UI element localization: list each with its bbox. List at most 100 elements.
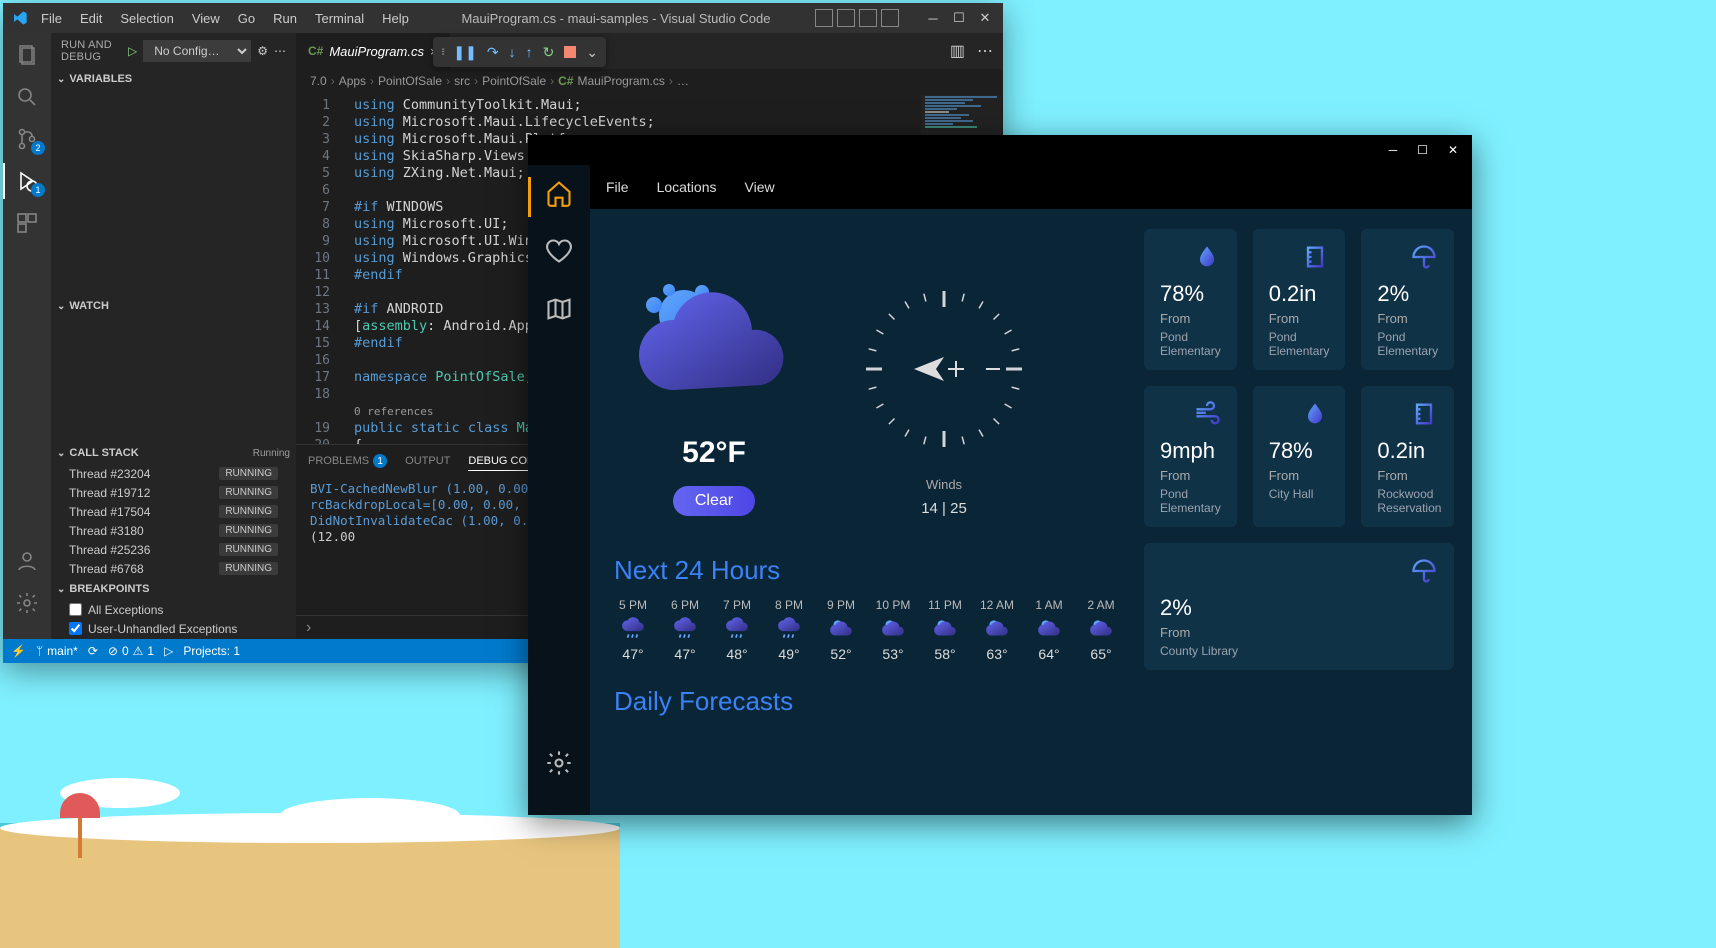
weather-stat-card[interactable]: 2% From Pond Elementary [1361, 229, 1454, 370]
menu-selection[interactable]: Selection [112, 7, 181, 30]
settings-icon[interactable] [543, 747, 575, 779]
weather-stat-card[interactable]: 78% From Pond Elementary [1144, 229, 1237, 370]
chevron-down-icon: ⌄ [57, 584, 65, 595]
menu-go[interactable]: Go [230, 7, 263, 30]
maximize-button[interactable]: ☐ [1417, 143, 1428, 158]
breakpoints-section[interactable]: ⌄BREAKPOINTS [51, 578, 296, 600]
editor-tab[interactable]: C# MauiProgram.cs × [296, 33, 451, 69]
debug-toolbar[interactable]: ⁝⁝ ❚❚ ↷ ↓ ↑ ↻ ⌄ [433, 37, 606, 67]
weather-stat-card[interactable]: 0.2in From Pond Elementary [1253, 229, 1346, 370]
thread-row[interactable]: Thread #3180RUNNING [51, 521, 296, 540]
weather-stat-card[interactable]: 9mph From Pond Elementary [1144, 386, 1237, 527]
layout-icon[interactable] [859, 9, 877, 27]
map-icon[interactable] [543, 293, 575, 325]
problems-indicator[interactable]: ⊘ 0 ⚠ 1 [108, 644, 154, 658]
tab-bar: C# MauiProgram.cs × ▥ ⋯ [296, 33, 1003, 69]
run-debug-icon[interactable]: 1 [13, 167, 41, 195]
stop-icon[interactable] [564, 46, 576, 58]
minimize-button[interactable]: ─ [923, 11, 943, 26]
heart-icon[interactable] [543, 235, 575, 267]
weather-sidebar [528, 165, 590, 815]
card-from-label: From [1269, 311, 1330, 326]
watch-section[interactable]: ⌄WATCH [51, 295, 296, 317]
weather-stat-card[interactable]: 78% From City Hall [1253, 386, 1346, 527]
menu-locations[interactable]: Locations [657, 179, 717, 195]
title-bar[interactable]: File Edit Selection View Go Run Terminal… [3, 3, 1003, 33]
weather-icon [984, 616, 1010, 642]
weather-icon [620, 616, 646, 642]
output-tab[interactable]: OUTPUT [405, 455, 450, 467]
user-unhandled-checkbox[interactable] [69, 622, 82, 635]
thread-row[interactable]: Thread #25236RUNNING [51, 540, 296, 559]
line-gutter: 1234567891011121314151617181920 [296, 93, 342, 444]
thread-row[interactable]: Thread #6768RUNNING [51, 559, 296, 578]
step-over-icon[interactable]: ↷ [487, 44, 499, 61]
all-exceptions-checkbox[interactable] [69, 603, 82, 616]
extensions-icon[interactable] [13, 209, 41, 237]
account-icon[interactable] [13, 547, 41, 575]
pause-icon[interactable]: ❚❚ [453, 44, 476, 61]
source-control-icon[interactable]: 2 [13, 125, 41, 153]
card-from-label: From [1160, 625, 1438, 640]
dropdown-icon[interactable]: ⌄ [586, 44, 598, 61]
gear-icon[interactable]: ⚙ [257, 44, 268, 58]
split-editor-icon[interactable]: ▥ [950, 41, 965, 61]
search-icon[interactable] [13, 83, 41, 111]
projects-indicator[interactable]: Projects: 1 [183, 644, 240, 658]
menu-view[interactable]: View [745, 179, 775, 195]
sync-indicator[interactable]: ⟳ [88, 644, 98, 658]
remote-indicator[interactable]: ⚡ [11, 644, 26, 658]
layout-icon[interactable] [815, 9, 833, 27]
debug-start-indicator[interactable]: ▷ [164, 644, 173, 658]
start-debug-icon[interactable]: ▷ [128, 44, 137, 58]
home-icon[interactable] [543, 177, 575, 209]
menu-view[interactable]: View [184, 7, 228, 30]
branch-indicator[interactable]: ᛘ main* [36, 644, 78, 658]
daily-forecasts-title: Daily Forecasts [614, 686, 1120, 717]
layout-icon[interactable] [881, 9, 899, 27]
menu-help[interactable]: Help [374, 7, 417, 30]
drag-handle-icon[interactable]: ⁝⁝ [441, 47, 443, 58]
wind-arrow-icon [914, 357, 944, 381]
menu-file[interactable]: File [33, 7, 70, 30]
menu-run[interactable]: Run [265, 7, 305, 30]
weather-icon [932, 616, 958, 642]
minimize-button[interactable]: ─ [1389, 143, 1398, 158]
layout-icon[interactable] [837, 9, 855, 27]
restart-icon[interactable]: ↻ [543, 44, 555, 61]
breadcrumb[interactable]: 7.0› Apps› PointOfSale› src› PointOfSale… [296, 69, 1003, 93]
more-icon[interactable]: ⋯ [274, 44, 286, 58]
weather-stat-card[interactable]: 0.2in From Rockwood Reservation [1361, 386, 1454, 527]
variables-section[interactable]: ⌄VARIABLES [51, 68, 296, 90]
menu-bar: File Edit Selection View Go Run Terminal… [33, 7, 417, 30]
more-actions-icon[interactable]: ⋯ [977, 41, 993, 61]
card-location: Pond Elementary [1269, 330, 1330, 358]
problems-tab[interactable]: PROBLEMS1 [308, 454, 387, 468]
config-dropdown[interactable]: No Config… [143, 40, 251, 62]
step-out-icon[interactable]: ↑ [526, 44, 533, 60]
card-from-label: From [1160, 468, 1221, 483]
card-from-label: From [1377, 311, 1438, 326]
thread-row[interactable]: Thread #23204RUNNING [51, 464, 296, 483]
close-button[interactable]: ✕ [975, 10, 995, 26]
drop-icon [1301, 400, 1329, 428]
weather-stat-card[interactable]: 2% From County Library [1144, 543, 1454, 670]
settings-icon[interactable] [13, 589, 41, 617]
weather-icon [776, 616, 802, 642]
weather-icon [880, 616, 906, 642]
explorer-icon[interactable] [13, 41, 41, 69]
desktop-wallpaper [0, 758, 620, 948]
weather-title-bar[interactable]: ─ ☐ ✕ [528, 135, 1472, 165]
maximize-button[interactable]: ☐ [949, 10, 969, 26]
callstack-section[interactable]: ⌄CALL STACKRunning [51, 442, 296, 464]
menu-edit[interactable]: Edit [72, 7, 110, 30]
menu-terminal[interactable]: Terminal [307, 7, 372, 30]
step-into-icon[interactable]: ↓ [509, 44, 516, 60]
hour-forecast: 11 PM58° [926, 598, 964, 662]
umbrella-icon [1410, 243, 1438, 271]
thread-row[interactable]: Thread #19712RUNNING [51, 483, 296, 502]
menu-file[interactable]: File [606, 179, 629, 195]
hour-forecast: 2 AM65° [1082, 598, 1120, 662]
close-button[interactable]: ✕ [1448, 143, 1458, 158]
thread-row[interactable]: Thread #17504RUNNING [51, 502, 296, 521]
